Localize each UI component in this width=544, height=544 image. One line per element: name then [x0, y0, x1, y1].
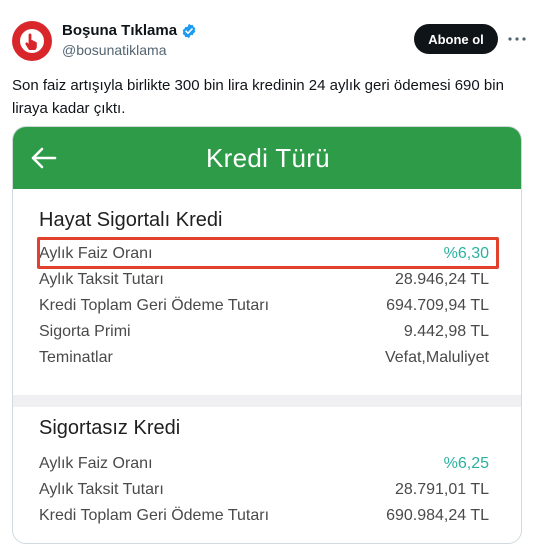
row-value: %6,25 [443, 455, 489, 472]
back-arrow-icon [31, 147, 57, 169]
pointer-hand-icon [20, 29, 44, 53]
row-value: 9.442,98 TL [403, 323, 489, 340]
insured-credit-card: Hayat Sigortalı Kredi Aylık Faiz Oranı %… [13, 189, 521, 395]
rate-row: Aylık Faiz Oranı %6,25 [39, 451, 489, 477]
tweet-header: Boşuna Tıklama @bosunatiklama Abone ol [12, 14, 532, 64]
row-label: Kredi Toplam Geri Ödeme Tutarı [39, 507, 270, 524]
display-name-row: Boşuna Tıklama [62, 22, 197, 39]
row-value: Vefat,Maluliyet [384, 349, 489, 366]
avatar[interactable] [12, 21, 52, 61]
total-repayment-row: Kredi Toplam Geri Ödeme Tutarı 690.984,2… [39, 503, 489, 529]
row-value: 28.946,24 TL [394, 271, 489, 288]
tweet-media[interactable]: Kredi Türü Hayat Sigortalı Kredi Aylık F… [12, 126, 522, 544]
coverage-row: Teminatlar Vefat,Maluliyet [39, 345, 489, 371]
installment-row: Aylık Taksit Tutarı 28.946,24 TL [39, 267, 489, 293]
card-title: Hayat Sigortalı Kredi [39, 209, 223, 231]
insurance-premium-row: Sigorta Primi 9.442,98 TL [39, 319, 489, 345]
row-value: 694.709,94 TL [386, 297, 489, 314]
row-label: Teminatlar [39, 349, 113, 366]
card-title: Sigortasız Kredi [39, 417, 181, 439]
installment-row: Aylık Taksit Tutarı 28.791,01 TL [39, 477, 489, 503]
more-options-icon[interactable] [506, 28, 528, 50]
row-value: 28.791,01 TL [394, 481, 489, 498]
row-value: 690.984,24 TL [386, 507, 489, 524]
app-bar-title: Kredi Türü [206, 143, 330, 173]
row-label: Aylık Faiz Oranı [39, 455, 153, 472]
total-repayment-row: Kredi Toplam Geri Ödeme Tutarı 694.709,9… [39, 293, 489, 319]
tweet-text: Son faiz artışıyla birlikte 300 bin lira… [12, 77, 504, 117]
row-label: Aylık Taksit Tutarı [39, 481, 164, 498]
follow-button[interactable]: Abone ol [414, 24, 498, 54]
row-label: Aylık Taksit Tutarı [39, 271, 164, 288]
highlight-box [37, 237, 499, 269]
verified-badge-icon [182, 23, 196, 38]
row-label: Sigorta Primi [39, 323, 131, 340]
author-info: Boşuna Tıklama @bosunatiklama [62, 22, 197, 58]
uninsured-credit-card: Sigortasız Kredi Aylık Faiz Oranı %6,25 … [13, 407, 521, 543]
app-bar: Kredi Türü [13, 127, 521, 189]
display-name[interactable]: Boşuna Tıklama [62, 22, 177, 39]
row-label: Kredi Toplam Geri Ödeme Tutarı [39, 297, 270, 314]
handle[interactable]: @bosunatiklama [62, 42, 197, 58]
